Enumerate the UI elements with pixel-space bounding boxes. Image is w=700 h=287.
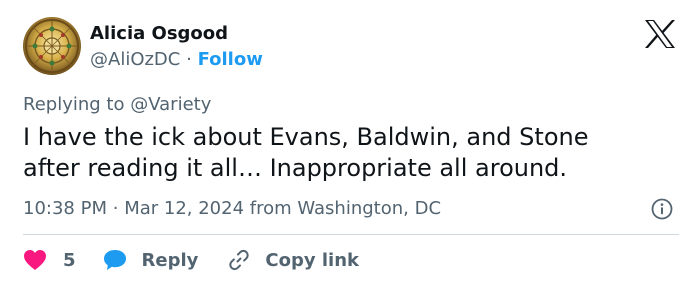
reply-to-handle[interactable]: @Variety	[130, 94, 211, 115]
heart-icon	[24, 250, 46, 270]
tweet-time[interactable]: 10:38 PM	[23, 198, 107, 219]
like-button[interactable]: 5	[23, 249, 76, 271]
follow-button[interactable]: Follow	[198, 49, 263, 70]
copy-link-button[interactable]: Copy link	[227, 248, 359, 272]
author-name[interactable]: Alicia Osgood	[90, 22, 228, 46]
author-handle-line: @AliOzDC · Follow	[90, 48, 263, 72]
avatar-image	[23, 17, 81, 75]
tweet-metadata: 10:38 PM · Mar 12, 2024 from Washington,…	[23, 197, 441, 221]
link-icon	[229, 249, 250, 271]
meta-separator: ·	[112, 198, 119, 219]
tweet-date[interactable]: Mar 12, 2024	[124, 198, 244, 219]
like-count: 5	[63, 249, 76, 271]
divider	[23, 234, 679, 235]
tweet-text-line-2: after reading it all… Inappropriate all …	[23, 154, 568, 182]
speech-bubble-icon	[103, 250, 126, 270]
tweet-text: I have the ick about Evans, Baldwin, and…	[23, 122, 663, 184]
tweet-text-line-1: I have the ick about Evans, Baldwin, and…	[23, 123, 589, 151]
x-logo-icon[interactable]	[644, 19, 676, 49]
copy-link-label: Copy link	[265, 249, 359, 271]
reply-context-prefix: Replying to	[23, 94, 125, 115]
info-icon[interactable]	[651, 198, 673, 220]
reply-context: Replying to @Variety	[23, 93, 211, 117]
reply-label: Reply	[141, 249, 199, 271]
reply-button[interactable]: Reply	[103, 249, 199, 271]
handle-separator: ·	[186, 49, 192, 70]
action-bar: 5 Reply Copy link	[23, 246, 359, 274]
tweet-location: from Washington, DC	[249, 198, 442, 219]
author-handle[interactable]: @AliOzDC	[90, 49, 180, 70]
avatar[interactable]	[23, 17, 81, 75]
